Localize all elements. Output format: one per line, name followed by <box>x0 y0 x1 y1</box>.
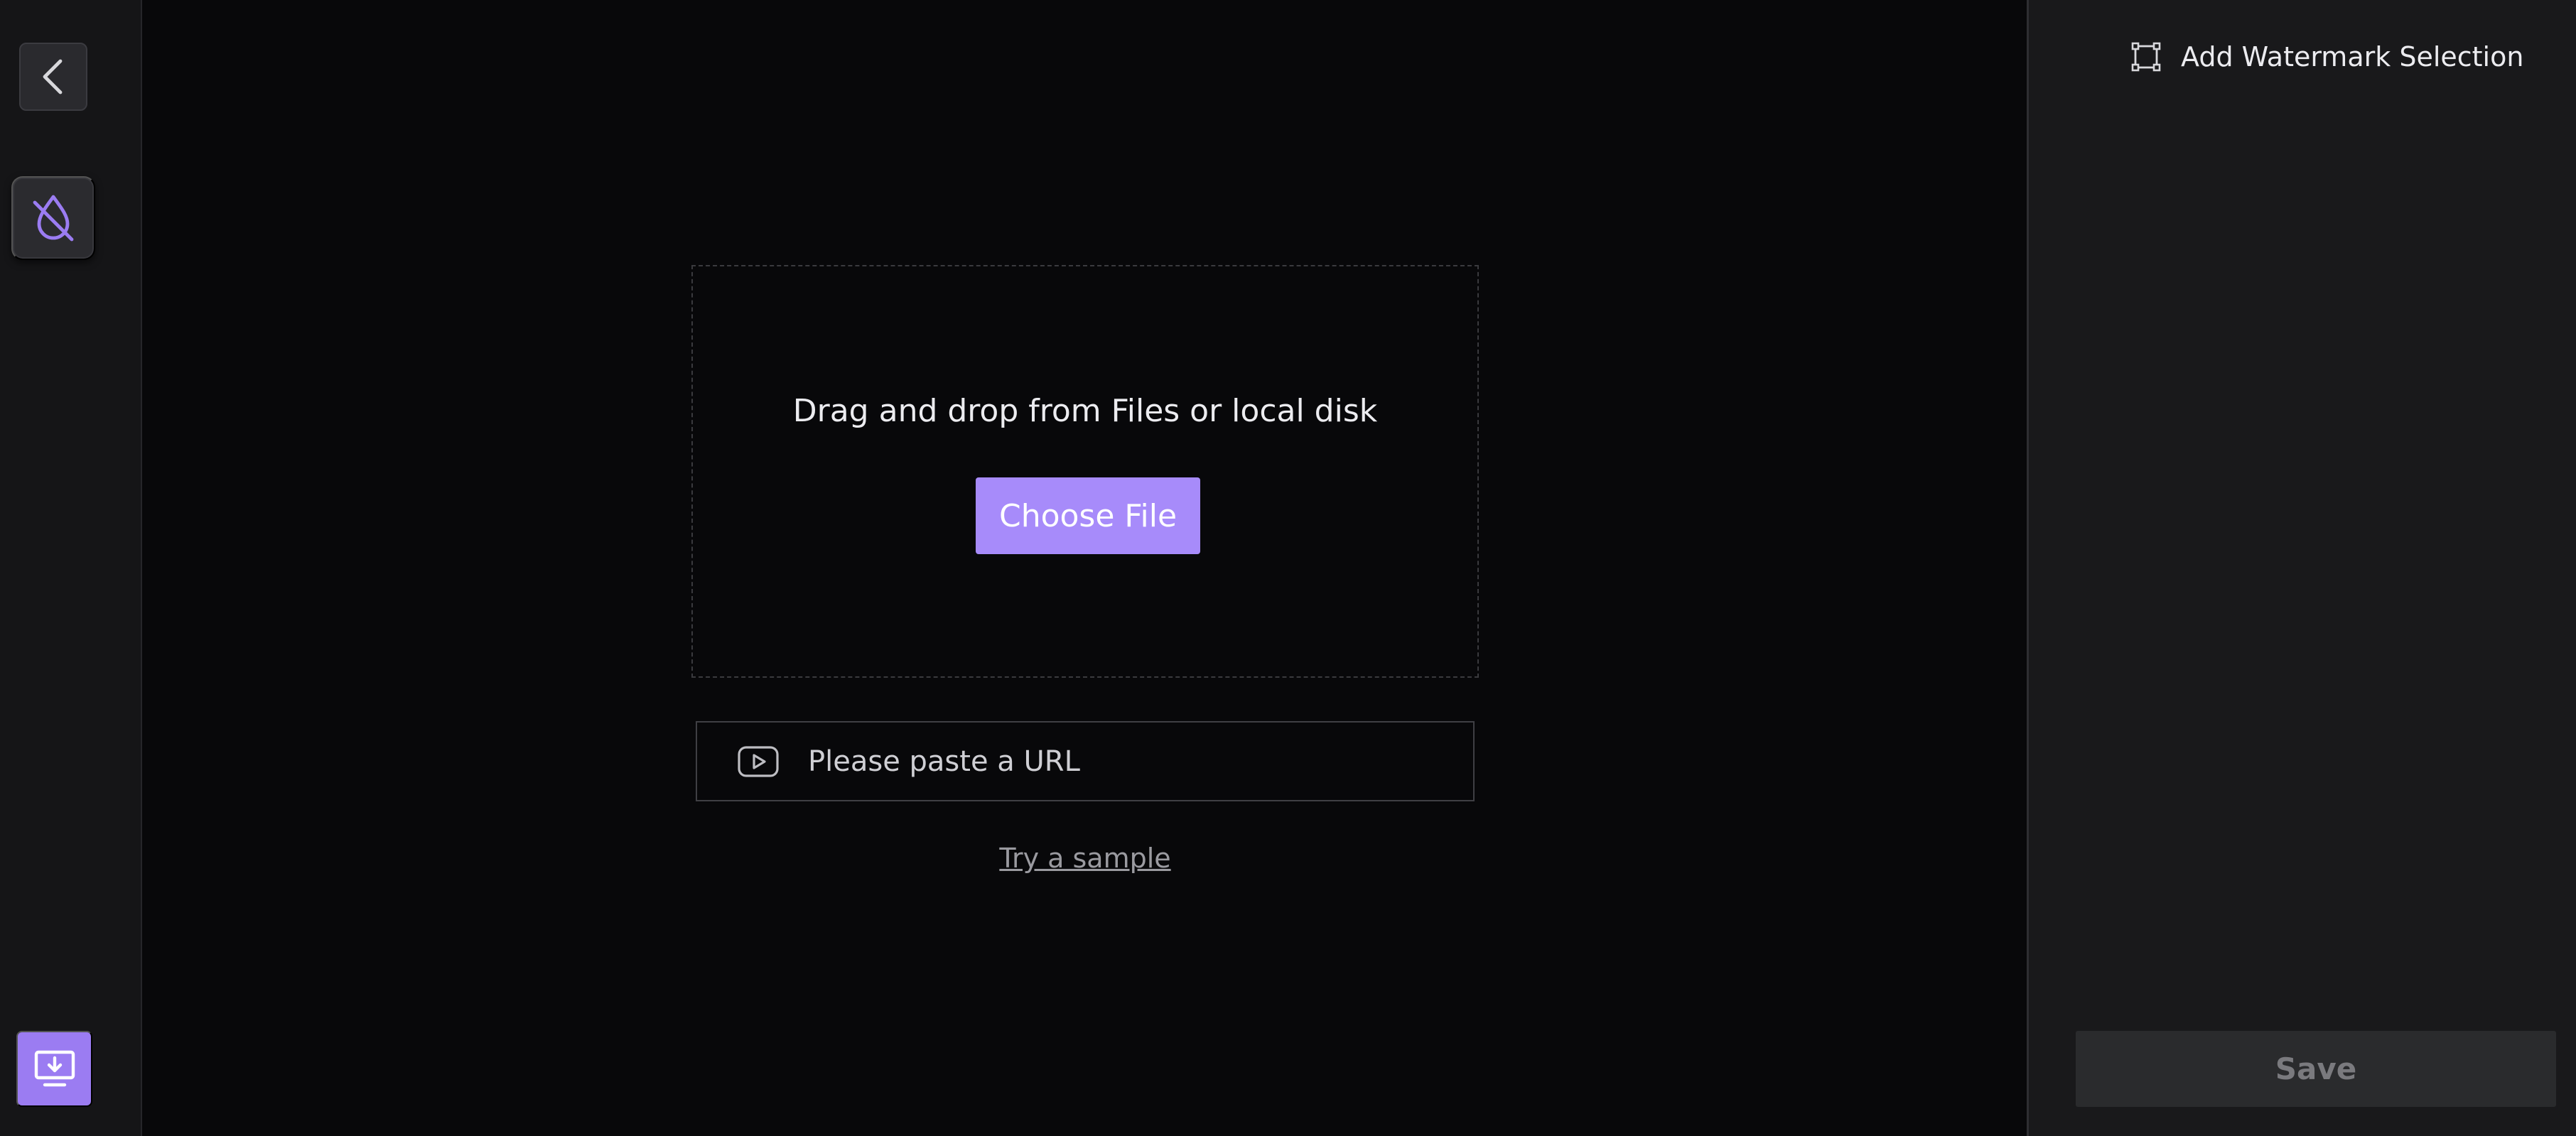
url-input-box[interactable] <box>696 721 1475 801</box>
dropzone-instructions: Drag and drop from Files or local disk <box>792 393 1378 429</box>
save-button[interactable]: Save <box>2076 1031 2556 1107</box>
right-panel: Add Watermark Selection Save <box>2027 0 2576 1136</box>
watermark-remover-app: Drag and drop from Files or local disk C… <box>0 0 2576 1136</box>
file-dropzone[interactable]: Drag and drop from Files or local disk C… <box>691 265 1479 678</box>
no-watermark-drop-icon <box>31 193 76 244</box>
left-sidebar <box>0 0 142 1136</box>
add-watermark-selection-label: Add Watermark Selection <box>2181 41 2524 72</box>
download-button[interactable] <box>16 1031 92 1107</box>
screen-download-icon <box>32 1046 77 1092</box>
upload-area: Drag and drop from Files or local disk C… <box>144 0 2027 1136</box>
watermark-remover-tool-button[interactable] <box>11 176 95 260</box>
video-play-icon <box>737 745 780 778</box>
add-watermark-selection-button[interactable]: Add Watermark Selection <box>2131 41 2523 72</box>
selection-frame-icon <box>2131 42 2161 72</box>
chevron-left-icon <box>38 57 69 97</box>
choose-file-button[interactable]: Choose File <box>976 477 1200 554</box>
url-input[interactable] <box>808 723 1473 800</box>
back-button[interactable] <box>19 43 87 111</box>
try-sample-link[interactable]: Try a sample <box>144 843 2027 874</box>
